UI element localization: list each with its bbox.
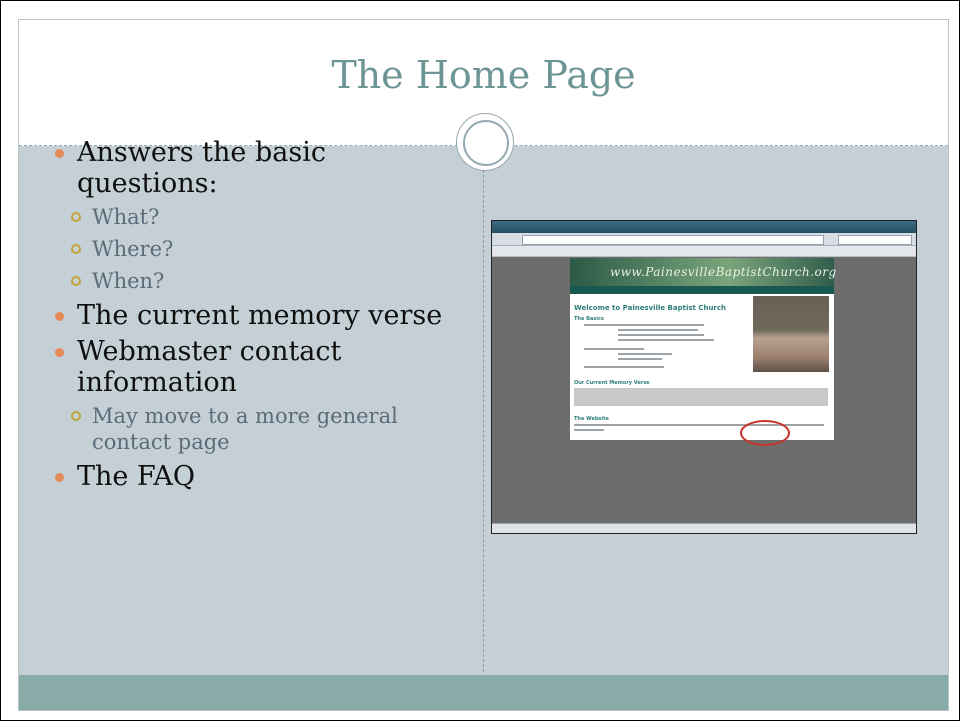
site-text-line <box>618 339 714 341</box>
website-screenshot: www.PainesvilleBaptistChurch.org Welcome… <box>491 220 917 534</box>
website-page: www.PainesvilleBaptistChurch.org Welcome… <box>570 258 837 440</box>
site-section-heading: Our Current Memory Verse <box>574 380 650 386</box>
browser-status-bar <box>492 523 916 533</box>
site-text-line <box>618 358 662 360</box>
site-banner-text: www.PainesvilleBaptistChurch.org <box>610 265 837 279</box>
sub-bullet-item: Where? <box>70 236 455 262</box>
bullet-item: The FAQ <box>55 461 455 492</box>
sub-bullet-item: What? <box>70 204 455 230</box>
sub-bullet-item: When? <box>70 268 455 294</box>
browser-title-bar <box>492 221 916 233</box>
browser-toolbar <box>492 246 916 257</box>
browser-address-bar <box>522 235 824 245</box>
memory-verse-box <box>574 388 828 406</box>
site-text-line <box>618 334 704 336</box>
decorative-ring-inner <box>463 120 509 166</box>
bullet-item: Answers the basic questions: <box>55 137 455 199</box>
site-text-line <box>574 429 604 431</box>
site-text-line <box>584 324 704 326</box>
column-divider <box>483 170 484 672</box>
sub-bullet-item: May move to a more general contact page <box>70 403 455 455</box>
slide: The Home Page Answers the basic question… <box>0 0 960 721</box>
site-section-heading: The Website <box>574 416 609 422</box>
site-text-line <box>618 353 672 355</box>
browser-search-box <box>838 235 912 245</box>
site-text-line <box>584 348 644 350</box>
site-text-line <box>584 366 664 368</box>
slide-title: The Home Page <box>331 53 636 97</box>
site-text-line <box>618 329 698 331</box>
church-group-photo <box>753 296 829 372</box>
bullet-item: The current memory verse <box>55 300 455 331</box>
site-welcome-heading: Welcome to Painesville Baptist Church <box>574 304 727 312</box>
faq-highlight-circle <box>740 420 790 446</box>
site-menu-bar <box>570 286 834 294</box>
bullet-item: Webmaster contact information <box>55 336 455 398</box>
site-banner: www.PainesvilleBaptistChurch.org <box>570 258 837 286</box>
site-section-heading: The Basics <box>574 316 604 322</box>
footer-band <box>19 675 948 710</box>
bullet-list: Answers the basic questions: What? Where… <box>55 137 455 497</box>
